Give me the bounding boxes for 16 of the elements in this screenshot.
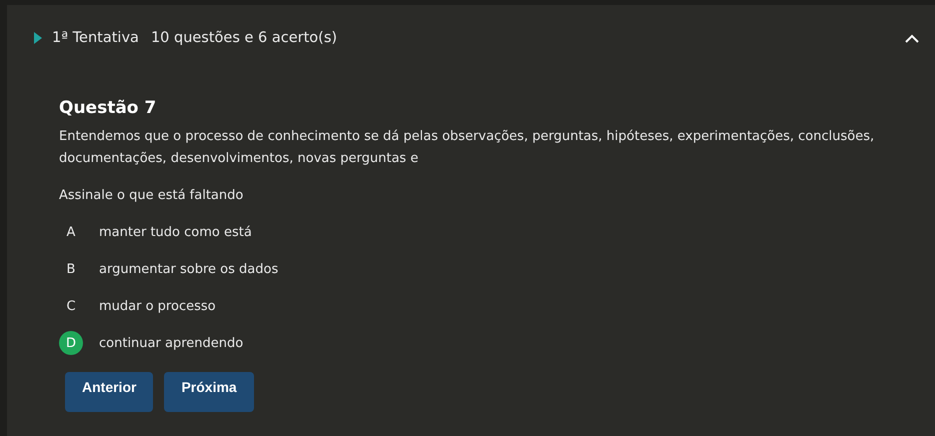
option-text[interactable]: continuar aprendendo [99,336,244,350]
option-text[interactable]: mudar o processo [99,298,216,314]
question-prompt: Assinale o que está faltando [59,188,244,203]
caret-icon [34,32,42,44]
attempt-summary: 10 questões e 6 acerto(s) [150,30,338,46]
question-title: Questão 7 [59,98,158,118]
next-button[interactable]: Próxima [164,372,254,412]
option-text[interactable]: manter tudo como está [99,224,252,240]
collapse-icon[interactable] [905,34,919,42]
option-letter[interactable]: B [59,257,83,281]
option-text[interactable]: argumentar sobre os dados [99,262,278,276]
attempt-label: 1ª Tentativa [52,30,139,46]
option-letter[interactable]: A [59,220,83,244]
previous-button[interactable]: Anterior [65,372,154,412]
option-letter[interactable]: C [59,294,83,318]
question-text: Entendemos que o processo de conhecimento se dá pelas observações, perguntas, hipóteses, experimentações, conclusões, documentações, desenvolvimentos, novas perguntas e [59,128,876,168]
